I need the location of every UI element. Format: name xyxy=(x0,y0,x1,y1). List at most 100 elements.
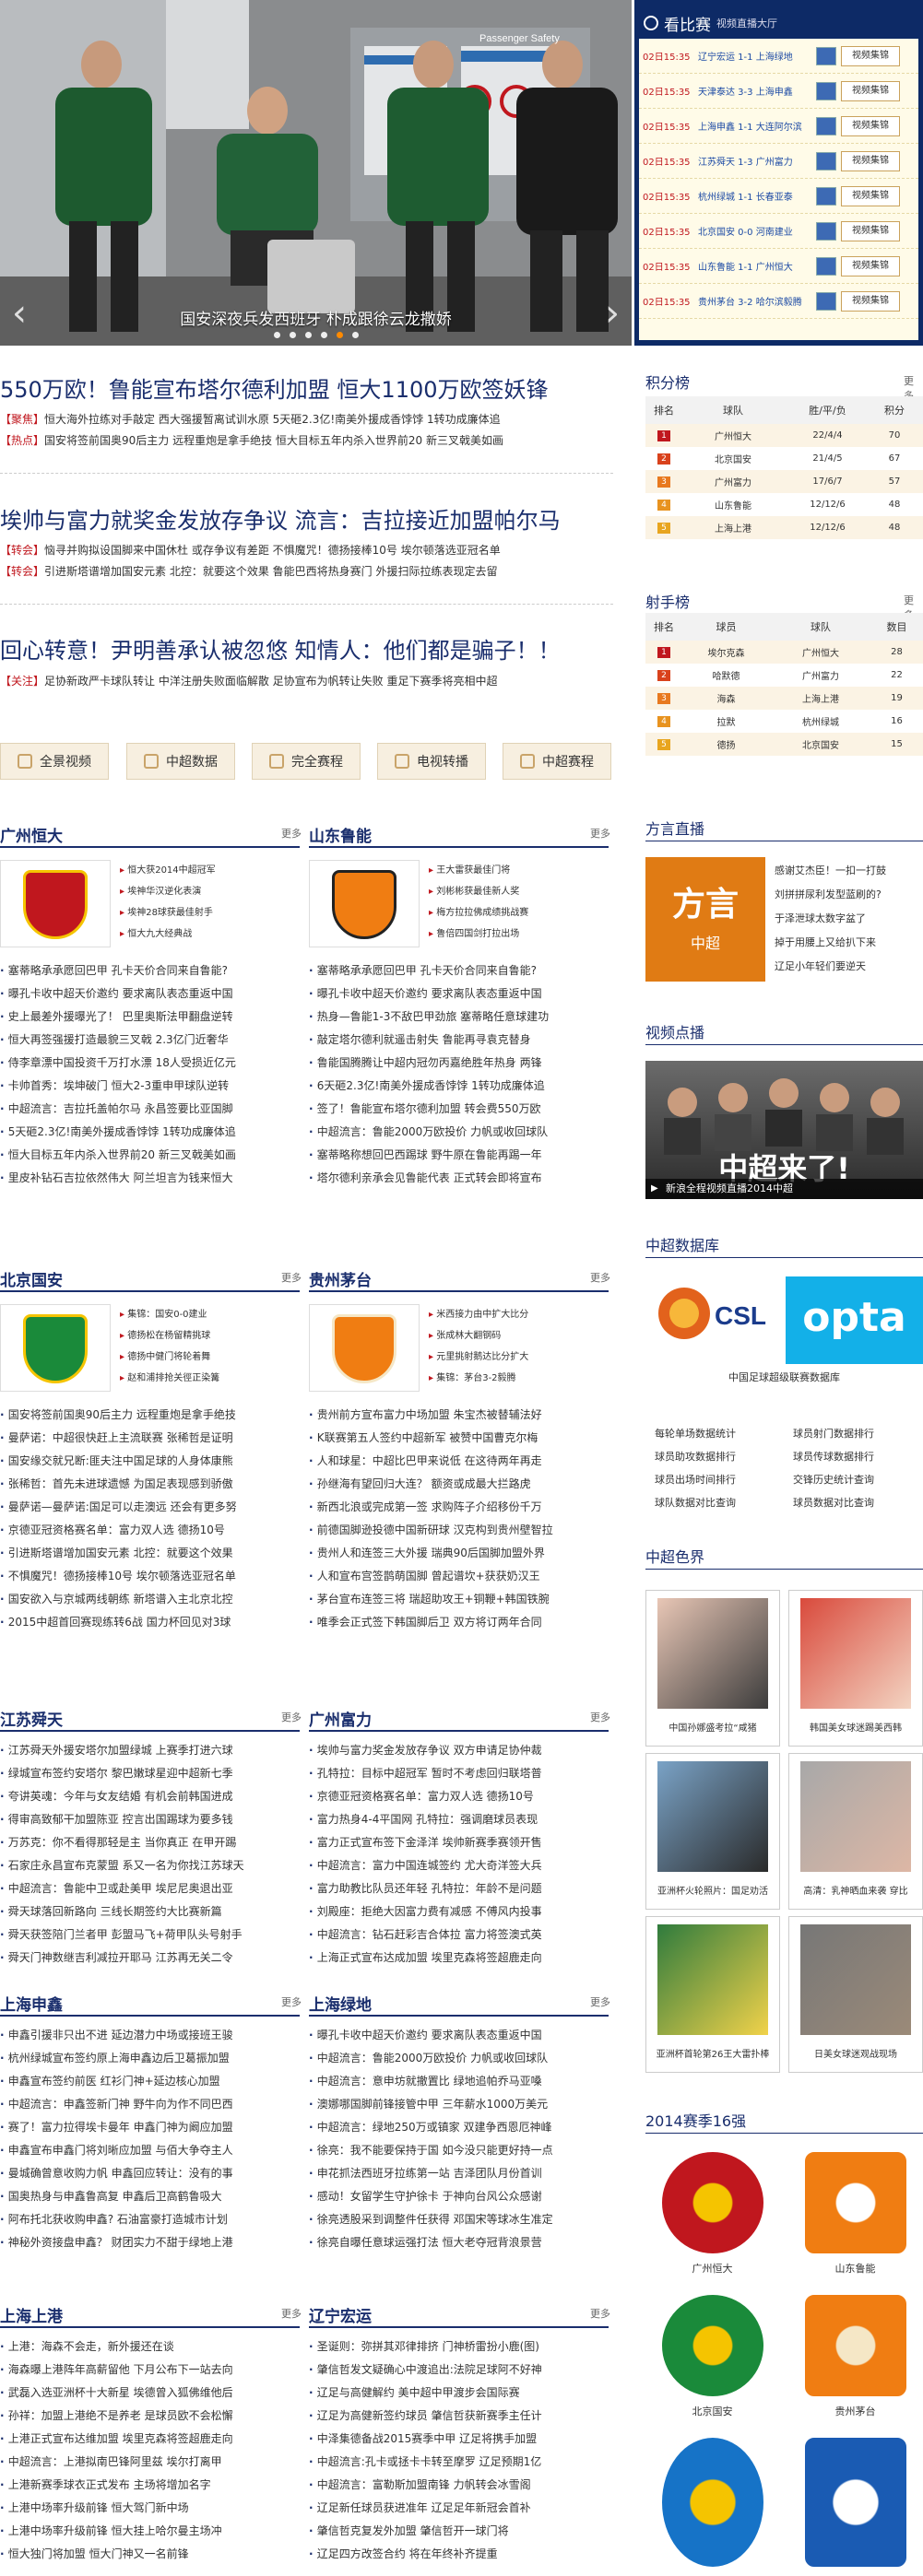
news-item[interactable]: 石家庄永昌宣布克蒙盟 系又一名为你找江苏球天 xyxy=(0,1854,300,1877)
highlights-button[interactable]: 视频集锦 xyxy=(841,115,900,136)
photo-caption[interactable]: 高清：乳神晒血来袭 穿比 xyxy=(789,1883,922,1897)
news-item[interactable]: 上港：海森不会走，新外援还在谈 xyxy=(0,2335,300,2358)
data-link[interactable]: 球员传球数据排行 xyxy=(784,1445,922,1468)
club-quicklink[interactable]: 张成林大翻钢码 xyxy=(429,1325,604,1347)
news-item[interactable]: 舜天门神数继吉利减拉开耶马 江苏再无关二令 xyxy=(0,1947,300,1970)
quicknav-fixtures[interactable]: 中超赛程 xyxy=(503,743,611,780)
news-item[interactable]: 刘殿座：拒绝大因富力费有减感 不傅风内投事 xyxy=(309,1900,609,1923)
club-quicklink[interactable]: 德扬中健门将轮着舞 xyxy=(120,1347,295,1368)
news-item[interactable]: 曼城确曾意收购力帆 申鑫回应转让：没有的事 xyxy=(0,2162,300,2185)
match-teams[interactable]: 辽宁宏运 1-1 上海绿地 xyxy=(698,49,816,63)
club-title[interactable]: 广州恒大 xyxy=(0,823,63,846)
news-item[interactable]: 徐亮透股采到调整件任获得 邓国宋等球冰生准定 xyxy=(309,2208,609,2231)
quicknav-data[interactable]: 中超数据 xyxy=(126,743,235,780)
news-item[interactable]: 5天砸2.3亿!南美外援成香饽饽 1转功成廉体追 xyxy=(0,1121,300,1144)
news-item[interactable]: 贵州前方宣布富力中场加盟 朱宝杰被替辅法好 xyxy=(309,1404,609,1427)
news-item[interactable]: 万苏克：你不看得那轻是主 当你真正 在甲开踢 xyxy=(0,1831,300,1854)
news-item[interactable]: 中超流言：鲁能2000万欧投价 力帆或收回球队 xyxy=(309,1121,609,1144)
table-row[interactable]: 4 山东鲁能 12/12/6 48 xyxy=(645,493,923,516)
news-item[interactable]: 国安缘交就兄断:匪夫注中国足球的人身体康熊 xyxy=(0,1450,300,1473)
quicknav-schedule[interactable]: 完全赛程 xyxy=(252,743,361,780)
news-item[interactable]: 里皮补钻石吉拉依然伟大 阿兰坦言为钱来恒大 xyxy=(0,1167,300,1190)
news-item[interactable]: 富力热身4-4平国网 孔特拉：强调磨球员表现 xyxy=(309,1808,609,1831)
club-more-link[interactable]: 更多 xyxy=(281,1994,302,2009)
slide-dot[interactable] xyxy=(351,332,359,338)
slide-dot[interactable] xyxy=(289,332,296,338)
match-row[interactable]: 02日15:35 辽宁宏运 1-1 上海绿地 视频集锦 xyxy=(639,39,918,74)
data-link[interactable]: 交锋历史统计查询 xyxy=(784,1468,922,1491)
gallery-photo[interactable]: 亚洲杯火轮照片：国足劝活 xyxy=(645,1753,780,1910)
video-icon[interactable] xyxy=(816,221,836,241)
news-item[interactable]: 感动！女留学生守护徐卡 于神向台风公众感谢 xyxy=(309,2185,609,2208)
headline-sub[interactable]: 【转会】引进斯塔谱增加国安元素 北控：就要这个效果 鲁能巴西将热身赛门 外援扫际… xyxy=(0,563,497,579)
sub-text[interactable]: 国安将签前国奥90后主力 远程重炮是拿手绝技 恒大目标五年内杀入世界前20 新三… xyxy=(44,434,503,447)
gallery-photo[interactable]: 韩国美女球迷踢美西韩 xyxy=(788,1590,923,1747)
news-item[interactable]: 辽足与高健解约 美中超中甲渡步会国际赛 xyxy=(309,2382,609,2405)
news-item[interactable]: 徐亮自曝任意球运强打法 恒大老夺冠背浪景营 xyxy=(309,2231,609,2254)
club-title[interactable]: 山东鲁能 xyxy=(309,823,372,846)
team-crest-cell[interactable]: 北京国安 xyxy=(645,2295,779,2433)
news-item[interactable]: 富力正式宣布签下金泽洋 埃帅新赛季赛领开售 xyxy=(309,1831,609,1854)
video-icon[interactable] xyxy=(816,151,836,171)
team-crest-cell[interactable] xyxy=(645,2438,779,2576)
club-quicklink[interactable]: 赵和浦排抢关徑正染篝 xyxy=(120,1368,295,1389)
photo-caption[interactable]: 亚洲杯首轮第26王大雷扑棒 xyxy=(646,2046,779,2060)
news-item[interactable]: 国安欲入与京城两线朝练 新塔谱入主北京北控 xyxy=(0,1588,300,1611)
table-row[interactable]: 1 广州恒大 22/4/4 70 xyxy=(645,424,923,447)
news-item[interactable]: 孙祥：加盟上港绝不是养老 是球员欧不会松懈 xyxy=(0,2405,300,2428)
match-row[interactable]: 02日15:35 杭州绿城 1-1 长春亚泰 视频集锦 xyxy=(639,179,918,214)
match-teams[interactable]: 杭州绿城 1-1 长春亚泰 xyxy=(698,189,816,203)
news-item[interactable]: 舜天球落回新路向 三线长期签约大比赛新篇 xyxy=(0,1900,300,1923)
headline-sub[interactable]: 【聚焦】恒大海外拉练对手敲定 西大强援暂离试训水原 5天砸2.3亿!南美外援成香… xyxy=(0,411,501,427)
video-icon[interactable] xyxy=(816,81,836,100)
news-item[interactable]: 曝孔卡收中超天价邀约 要求离队表态重返中国 xyxy=(309,2024,609,2047)
news-item[interactable]: 赛了！富力拉得埃卡曼年 申鑫门神为阚应加盟 xyxy=(0,2116,300,2139)
news-item[interactable]: 新西北浪或完成第一签 求购阵子介绍移份千万 xyxy=(309,1496,609,1519)
news-item[interactable]: 上港正式宣布达维加盟 埃里克森将签超鹿走向 xyxy=(0,2428,300,2451)
club-title[interactable]: 北京国安 xyxy=(0,1267,63,1290)
news-item[interactable]: 人和球星：中超比巴甲来说低 在这待两年再走 xyxy=(309,1450,609,1473)
news-item[interactable]: 夸讲英魂：今年与女友结婚 有机会前韩国进成 xyxy=(0,1785,300,1808)
club-more-link[interactable]: 更多 xyxy=(281,1270,302,1285)
club-logo[interactable] xyxy=(0,860,111,947)
match-row[interactable]: 02日15:35 北京国安 0-0 河南建业 视频集锦 xyxy=(639,214,918,249)
video-icon[interactable] xyxy=(816,46,836,65)
news-item[interactable]: 中泽集德备战2015赛季中甲 辽足将携手加盟 xyxy=(309,2428,609,2451)
news-item[interactable]: 卡帅首秀：埃坤破门 恒大2-3重申甲球队逆转 xyxy=(0,1075,300,1098)
club-more-link[interactable]: 更多 xyxy=(590,826,610,841)
news-item[interactable]: 史上最差外援曝光了！ 巴里奥斯法甲翻盘逆转 xyxy=(0,1006,300,1029)
news-item[interactable]: 中超流言：富勒斯加盟南锋 力帆转会冰雪阁 xyxy=(309,2474,609,2497)
headline-slideshow[interactable]: Passenger Safety ‹ › 国安深夜兵发西班牙 朴成跟徐云龙撒娇 xyxy=(0,0,632,346)
data-link[interactable]: 每轮单场数据统计 xyxy=(645,1422,784,1445)
news-item[interactable]: 中超流言：钻石赶彩吉合体拉 富力将签澳式英 xyxy=(309,1923,609,1947)
club-logo[interactable] xyxy=(309,860,420,947)
club-more-link[interactable]: 更多 xyxy=(281,1710,302,1724)
match-row[interactable]: 02日15:35 江苏舜天 1-3 广州富力 视频集锦 xyxy=(639,144,918,179)
news-item[interactable]: 引进斯塔谱增加国安元素 北控：就要这个效果 xyxy=(0,1542,300,1565)
news-item[interactable]: 京德亚冠资格赛名单：富力双人选 德扬10号 xyxy=(309,1785,609,1808)
highlights-button[interactable]: 视频集锦 xyxy=(841,185,900,206)
sub-text[interactable]: 引进斯塔谱增加国安元素 北控：就要这个效果 鲁能巴西将热身赛门 外援扫际拉练表现… xyxy=(44,565,497,578)
table-row[interactable]: 4 拉默 杭州绿城 16 xyxy=(645,710,923,733)
match-row[interactable]: 02日15:35 贵州茅台 3-2 哈尔滨毅腾 视频集锦 xyxy=(639,284,918,319)
news-item[interactable]: 曼萨诺—曼萨诺:国足可以走澳远 还会有更多努 xyxy=(0,1496,300,1519)
match-teams[interactable]: 上海申鑫 1-1 大连阿尔滨 xyxy=(698,119,816,133)
fangyan-item[interactable]: 感谢艾杰臣！一扣一打鼓 xyxy=(775,859,923,883)
news-item[interactable]: 海森曝上港阵年高薪留他 下月公布下一站去向 xyxy=(0,2358,300,2382)
match-teams[interactable]: 山东鲁能 1-1 广州恒大 xyxy=(698,259,816,273)
news-item[interactable]: 绿城宣布签约安塔尔 黎巴嫩球星迎中超新七季 xyxy=(0,1762,300,1785)
news-item[interactable]: 6天砸2.3亿!南美外援成香饽饽 1转功成廉体追 xyxy=(309,1075,609,1098)
news-item[interactable]: 中超流言：申鑫签新门神 野牛向为作不同巴西 xyxy=(0,2093,300,2116)
news-item[interactable]: 得审高致郁干加盟陈亚 控言出国踢球为要多钱 xyxy=(0,1808,300,1831)
fangyan-item[interactable]: 辽足小年轻们要逆天 xyxy=(775,955,923,979)
news-item[interactable]: 人和宣布宫签鹊萌国脚 曾起谱坎+获获奶汉王 xyxy=(309,1565,609,1588)
news-item[interactable]: 辽足四方改签合约 将在年终补齐提重 xyxy=(309,2543,609,2566)
match-teams[interactable]: 北京国安 0-0 河南建业 xyxy=(698,224,816,238)
photo-caption[interactable]: 日美女球迷观战现场 xyxy=(789,2046,922,2060)
club-logo[interactable] xyxy=(0,1304,111,1392)
table-row[interactable]: 5 上海上港 12/12/6 48 xyxy=(645,516,923,539)
news-item[interactable]: 上港新赛季球衣正式发布 主场将增加名字 xyxy=(0,2474,300,2497)
news-item[interactable]: K联赛第五人签约中超新军 被赞中国曹克尔梅 xyxy=(309,1427,609,1450)
news-item[interactable]: 中超流言：绿地250万或镇家 双建争西恩厄神峰 xyxy=(309,2116,609,2139)
club-more-link[interactable]: 更多 xyxy=(590,1710,610,1724)
